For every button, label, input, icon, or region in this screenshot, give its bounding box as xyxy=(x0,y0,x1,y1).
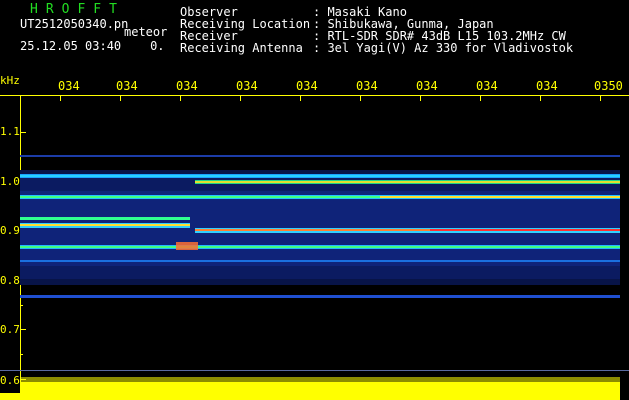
time-tick: 034 xyxy=(116,79,138,93)
meta-value: : 3el Yagi(V) Az 330 for Vladivostok xyxy=(313,41,574,55)
signal-level-strip xyxy=(0,377,620,400)
meta-label: Receiving Antenna xyxy=(180,41,303,55)
freq-label: 1.0 xyxy=(0,175,20,188)
extra-value: 0. xyxy=(150,39,165,53)
freq-label: 0.6 xyxy=(0,374,20,387)
file-name: UT2512050340.pn xyxy=(20,17,129,31)
freq-label: 0.9 xyxy=(0,224,20,237)
time-tick: 034 xyxy=(236,79,258,93)
date-time-value: 25.12.05 03:40 xyxy=(20,39,122,53)
time-tick: 034 xyxy=(476,79,498,93)
time-tick: 034 xyxy=(58,79,80,93)
time-tick: 034 xyxy=(356,79,378,93)
meta-antenna: Receiving Antenna : 3el Yagi(V) Az 330 fo… xyxy=(180,42,573,54)
time-tick: 034 xyxy=(296,79,318,93)
hrofft-brand: HROFFT xyxy=(30,2,125,17)
spectrogram-plot xyxy=(0,95,629,400)
time-tick: 0350 xyxy=(594,79,623,93)
date-time: 25.12.05 03:40 0. xyxy=(20,40,165,52)
freq-label: 1.1 xyxy=(0,125,20,138)
freq-label: 0.8 xyxy=(0,274,20,287)
time-tick: 034 xyxy=(176,79,198,93)
time-tick: 034 xyxy=(536,79,558,93)
spectrogram-window: HROFFT UT2512050340.pn meteor 25.12.05 0… xyxy=(0,0,629,400)
time-tick: 034 xyxy=(416,79,438,93)
mode-label: meteor xyxy=(124,25,168,39)
freq-label: 0.7 xyxy=(0,323,20,336)
freq-unit: kHz xyxy=(0,74,20,87)
